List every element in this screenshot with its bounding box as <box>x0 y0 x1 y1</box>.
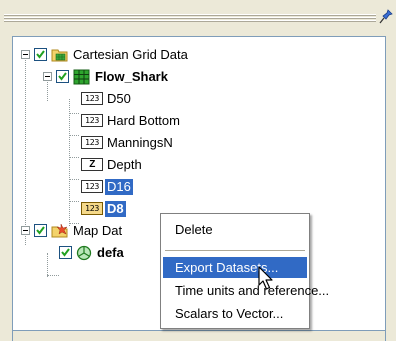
tree-item-d50[interactable]: 123 D50 <box>13 88 373 110</box>
menu-item-export-datasets[interactable]: Export Datasets... <box>163 257 307 278</box>
tree-item-label: Cartesian Grid Data <box>73 47 188 62</box>
tree-item-label: D50 <box>107 91 131 106</box>
dataset-icon: 123 <box>81 136 103 149</box>
tree-item-cartesian-grid-data[interactable]: Cartesian Grid Data <box>13 44 373 66</box>
coverage-icon <box>76 245 92 261</box>
tree-item-manningsn[interactable]: 123 ManningsN <box>13 132 373 154</box>
tree-item-label: Depth <box>107 157 142 172</box>
folder-grid-icon <box>51 49 68 62</box>
tree-item-d16[interactable]: 123 D16 <box>13 176 373 198</box>
mouse-cursor-icon <box>258 266 273 290</box>
visibility-checkbox[interactable] <box>56 70 69 83</box>
dataset-icon: 123 <box>81 92 103 105</box>
horizontal-scrollbar[interactable] <box>12 331 386 341</box>
dataset-icon: 123 <box>81 114 103 127</box>
tree-item-flow-shark[interactable]: Flow_Shark <box>13 66 373 88</box>
tree-item-hard-bottom[interactable]: 123 Hard Bottom <box>13 110 373 132</box>
tree-item-depth[interactable]: Z Depth <box>13 154 373 176</box>
menu-item-delete[interactable]: Delete <box>163 219 307 240</box>
menu-item-scalars-to-vector[interactable]: Scalars to Vector... <box>163 303 307 324</box>
tree-item-label: Map Dat <box>73 223 123 238</box>
map-icon <box>51 223 68 238</box>
dataset-icon: 123 <box>81 180 103 193</box>
menu-item-time-units[interactable]: Time units and reference... <box>163 280 329 301</box>
collapse-toggle[interactable] <box>21 50 30 59</box>
elevation-icon: Z <box>81 158 103 171</box>
menu-separator <box>165 250 305 251</box>
grid-icon <box>73 69 90 85</box>
panel-toolbar <box>0 0 396 36</box>
visibility-checkbox[interactable] <box>34 48 47 61</box>
tree-item-label: D16 <box>105 179 133 195</box>
collapse-toggle[interactable] <box>21 226 30 235</box>
pin-icon[interactable] <box>379 9 393 25</box>
toolbar-grip[interactable] <box>4 14 376 22</box>
tree-item-label: defa <box>97 245 124 260</box>
tree-item-label: Flow_Shark <box>95 69 168 84</box>
visibility-checkbox[interactable] <box>34 224 47 237</box>
tree-item-label: Hard Bottom <box>107 113 180 128</box>
visibility-checkbox[interactable] <box>59 246 72 259</box>
tree-item-label: D8 <box>105 201 126 217</box>
dataset-icon: 123 <box>81 202 103 215</box>
collapse-toggle[interactable] <box>43 72 52 81</box>
context-menu: Delete Export Datasets... Time units and… <box>160 213 329 329</box>
tree-item-label: ManningsN <box>107 135 173 150</box>
